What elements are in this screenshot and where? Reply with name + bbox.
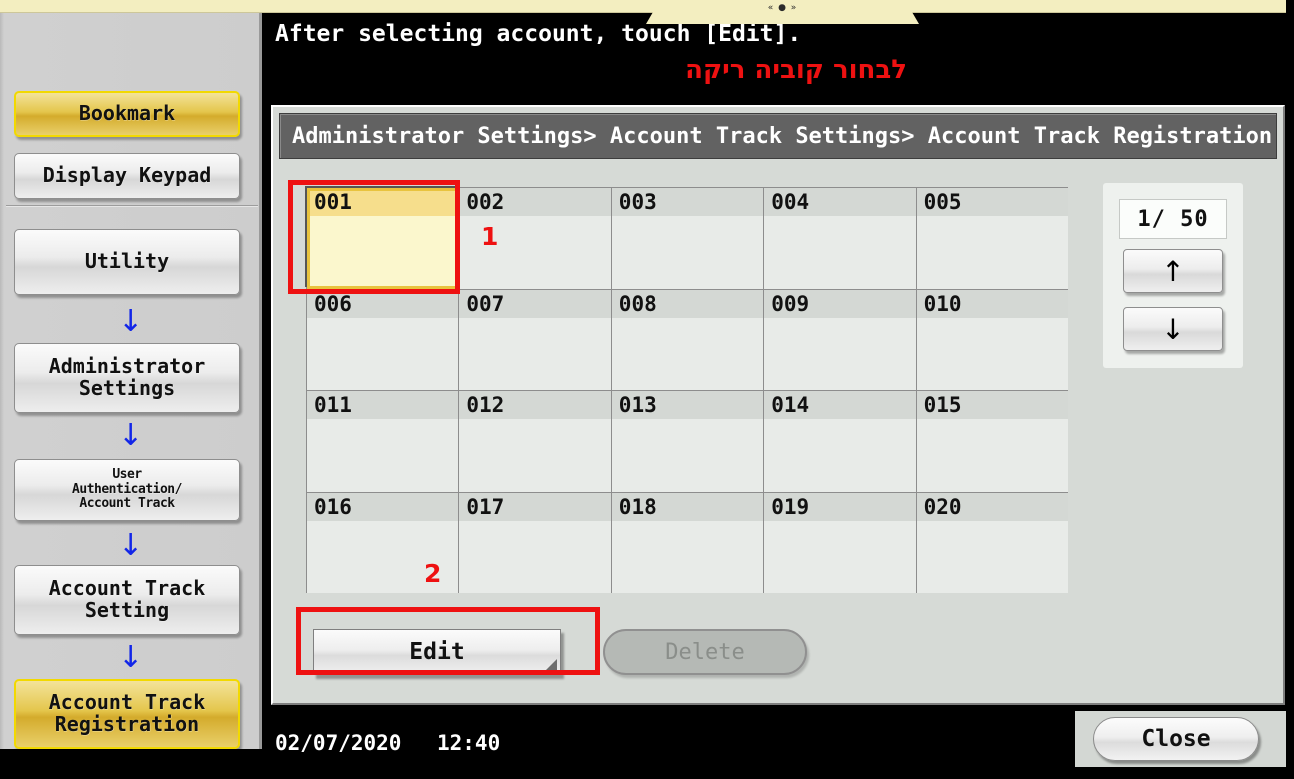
account-cell[interactable]: 013: [611, 391, 764, 492]
account-cell-number: 017: [459, 492, 611, 521]
page-up-button[interactable]: ↑: [1123, 249, 1223, 293]
account-cell-number: 006: [307, 289, 459, 318]
account-cell-number: 004: [764, 188, 916, 216]
account-cell-number: 011: [307, 391, 459, 419]
account-cell[interactable]: 008: [611, 289, 764, 390]
arrow-down-icon: ↓: [1161, 312, 1185, 346]
down-arrow-icon: ↓: [118, 418, 144, 453]
account-cell-number: 003: [611, 188, 764, 216]
delete-label: Delete: [665, 639, 745, 665]
annotation-number-2: 2: [424, 559, 442, 588]
status-date: 02/07/2020: [275, 731, 402, 755]
hebrew-annotation-text: לבחור קוביה ריקה: [685, 55, 907, 85]
account-cell[interactable]: 015: [916, 391, 1068, 492]
account-cell[interactable]: 020: [916, 492, 1068, 593]
account-cell[interactable]: 014: [764, 391, 916, 492]
account-cell-number: 008: [611, 289, 764, 318]
down-arrow-icon: ↓: [118, 304, 144, 339]
account-cell[interactable]: 001: [307, 188, 459, 289]
account-cell[interactable]: 017: [459, 492, 611, 593]
display-keypad-button[interactable]: Display Keypad: [14, 153, 240, 199]
bookmark-button[interactable]: Bookmark: [14, 91, 240, 137]
sidebar-item-account-track-setting[interactable]: Account Track Setting: [14, 565, 240, 635]
account-cell-number: 014: [764, 391, 916, 419]
account-cell-number: 010: [916, 289, 1068, 318]
right-edge-bezel: [1286, 0, 1294, 779]
account-cell-number: 020: [916, 492, 1068, 521]
account-cell-number: 013: [611, 391, 764, 419]
device-touch-panel: « ● » Bookmark Display Keypad Utility ↓ …: [0, 0, 1294, 779]
page-count: 1/ 50: [1119, 199, 1227, 239]
main-area: After selecting account, touch [Edit]. ל…: [265, 13, 1294, 779]
account-cell-number: 012: [459, 391, 611, 419]
sidebar-divider: [6, 205, 258, 207]
account-cell[interactable]: 010: [916, 289, 1068, 390]
status-time: 12:40: [437, 731, 501, 755]
account-cell-number: 002: [459, 188, 611, 216]
display-keypad-label: Display Keypad: [42, 163, 212, 188]
sidebar-item-utility[interactable]: Utility: [14, 229, 240, 295]
account-cell[interactable]: 006: [307, 289, 459, 390]
account-cell-number: 016: [307, 492, 459, 521]
account-cell-number: 009: [764, 289, 916, 318]
annotation-number-1: 1: [481, 222, 499, 251]
page-down-button[interactable]: ↓: [1123, 307, 1223, 351]
pager-panel: 1/ 50 ↑ ↓: [1103, 183, 1243, 368]
account-cell[interactable]: 004: [764, 188, 916, 289]
account-cell[interactable]: 005: [916, 188, 1068, 289]
sidebar: Bookmark Display Keypad Utility ↓ Admini…: [0, 13, 262, 763]
tab-nav-glyph-icon: « ● »: [767, 3, 798, 13]
sidebar-bottom-bar: [0, 749, 262, 763]
close-button[interactable]: Close: [1093, 717, 1259, 761]
sidebar-item-label: Administrator Settings: [48, 354, 206, 400]
account-cell-number: 015: [916, 391, 1068, 419]
sidebar-item-account-track-registration[interactable]: Account Track Registration: [14, 679, 240, 749]
sidebar-item-label: Account Track Setting: [48, 576, 206, 622]
account-cell-number: 019: [764, 492, 916, 521]
account-cell[interactable]: 007: [459, 289, 611, 390]
account-cell-number: 001: [307, 188, 459, 216]
delete-button: Delete: [603, 629, 807, 675]
account-grid: 001 002 003 004 005 006 007 008 009 010 011 012 013 0…: [306, 187, 1068, 593]
bookmark-label: Bookmark: [78, 101, 176, 126]
breadcrumb: Administrator Settings> Account Track Se…: [279, 113, 1277, 159]
account-cell[interactable]: 003: [611, 188, 764, 289]
account-cell[interactable]: 011: [307, 391, 459, 492]
account-cell-number: 007: [459, 289, 611, 318]
sidebar-item-administrator-settings[interactable]: Administrator Settings: [14, 343, 240, 413]
down-arrow-icon: ↓: [118, 528, 144, 563]
content-panel: Administrator Settings> Account Track Se…: [271, 105, 1285, 705]
account-cell-number: 018: [611, 492, 764, 521]
sidebar-item-user-authentication-account-track[interactable]: User Authentication/Account Track: [14, 459, 240, 521]
top-tab[interactable]: « ● »: [646, 0, 919, 24]
edit-label: Edit: [409, 639, 465, 665]
sidebar-item-label: Account Track Registration: [48, 690, 206, 736]
sidebar-item-label: Utility: [84, 249, 170, 274]
account-cell[interactable]: 018: [611, 492, 764, 593]
account-cell[interactable]: 009: [764, 289, 916, 390]
close-button-area: Close: [1075, 711, 1294, 767]
prompt-text: After selecting account, touch [Edit].: [275, 21, 802, 47]
close-label: Close: [1141, 726, 1211, 752]
account-cell-number: 005: [916, 188, 1068, 216]
status-bar: 02/07/2020 12:40 Close: [265, 711, 1294, 779]
arrow-up-icon: ↑: [1161, 254, 1185, 288]
account-cell[interactable]: 019: [764, 492, 916, 593]
account-cell[interactable]: 012: [459, 391, 611, 492]
edit-button[interactable]: Edit: [313, 629, 561, 675]
sidebar-item-label: User Authentication/Account Track: [72, 467, 182, 512]
down-arrow-icon: ↓: [118, 640, 144, 675]
